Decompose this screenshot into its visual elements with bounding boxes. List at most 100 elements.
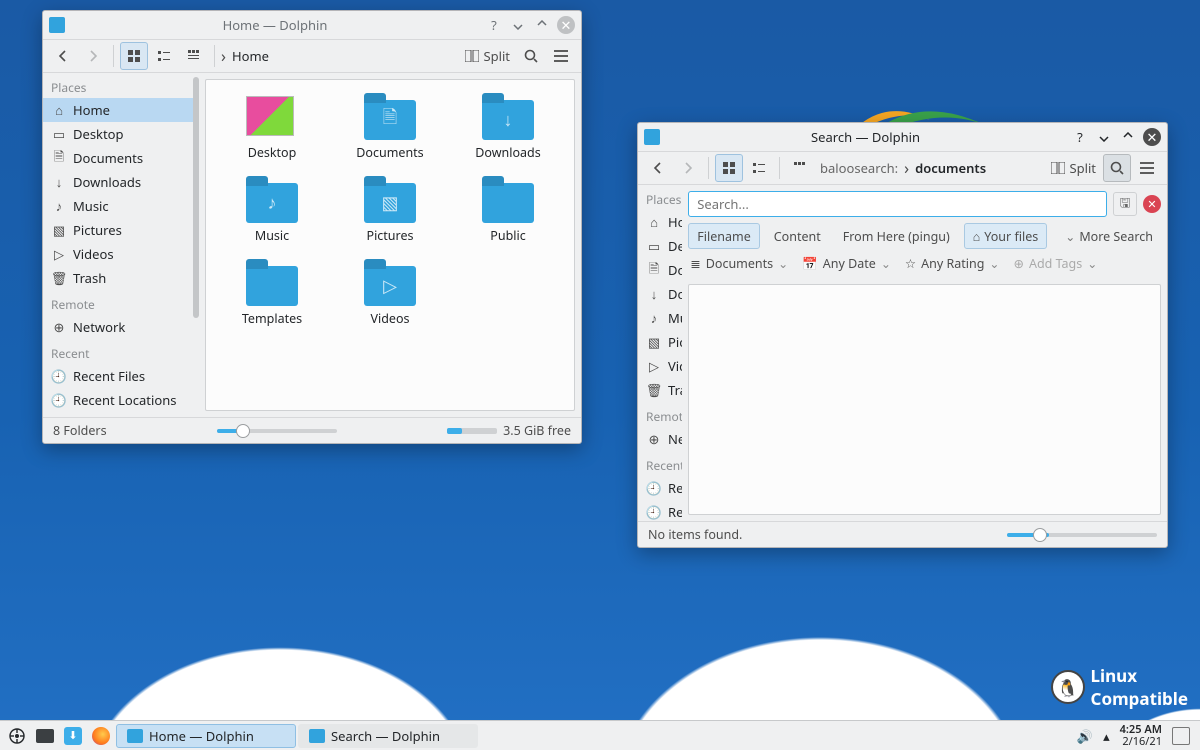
breadcrumb-documents[interactable]: documents — [911, 159, 990, 177]
zoom-slider[interactable] — [1007, 533, 1157, 537]
minimize-button[interactable] — [1095, 128, 1113, 146]
url-nav-button[interactable] — [786, 154, 814, 182]
discover-launcher[interactable]: ⬇ — [60, 723, 86, 749]
sidebar-item-home[interactable]: ⌂Home — [638, 210, 682, 234]
sidebar-item-recent-locations[interactable]: 🕘Recent Locations — [638, 500, 682, 521]
sidebar-item-music[interactable]: ♪Music — [43, 194, 199, 218]
statusbar: No items found. — [638, 521, 1167, 547]
sidebar-item-trash[interactable]: 🗑Trash — [43, 266, 199, 290]
sidebar-item-downloads[interactable]: ↓Downloads — [638, 282, 682, 306]
folder-pictures[interactable]: ▧Pictures — [334, 179, 446, 244]
save-search-button[interactable]: 🖫 — [1113, 192, 1137, 216]
task-home-dolphin[interactable]: Home — Dolphin — [116, 724, 296, 748]
home-icon: ⌂ — [51, 102, 67, 118]
icons-view-button[interactable] — [120, 42, 148, 70]
tag-label: Any Rating — [921, 255, 984, 272]
sidebar-item-recent-locations[interactable]: 🕘Recent Locations — [43, 388, 199, 412]
search-input[interactable] — [688, 191, 1107, 217]
breadcrumb-home[interactable]: Home — [228, 47, 273, 65]
chip-content[interactable]: Content — [766, 223, 829, 249]
hamburger-menu-button[interactable] — [547, 42, 575, 70]
close-button[interactable]: ✕ — [557, 16, 575, 34]
sidebar-item-desktop[interactable]: ▭Desktop — [43, 122, 199, 146]
close-button[interactable]: ✕ — [1143, 128, 1161, 146]
tag-documents[interactable]: ≣Documents⌄ — [690, 255, 788, 272]
search-button[interactable] — [1103, 154, 1131, 182]
chip-more-search[interactable]: More Search — [1053, 223, 1161, 249]
forward-button[interactable] — [674, 154, 702, 182]
breadcrumb-protocol[interactable]: baloosearch: — [816, 159, 902, 177]
tag-rating[interactable]: ☆Any Rating⌄ — [905, 255, 1000, 272]
maximize-button[interactable] — [533, 16, 551, 34]
sidebar-item-pictures[interactable]: ▧Pictures — [43, 218, 199, 242]
window-home-dolphin: Home — Dolphin ? ✕ Home Split Places ⌂Ho… — [42, 10, 582, 444]
downloads-icon: ↓ — [51, 174, 67, 190]
sidebar-item-recent-files[interactable]: 🕘Recent Files — [43, 364, 199, 388]
sidebar-item-documents[interactable]: 🗎Documents — [638, 258, 682, 282]
status-free: 3.5 GiB free — [503, 422, 571, 439]
close-search-button[interactable]: ✕ — [1143, 195, 1161, 213]
help-button[interactable]: ? — [1071, 128, 1089, 146]
tray-expand-icon[interactable]: ▴ — [1103, 727, 1110, 745]
clock-icon: 🕘 — [646, 504, 662, 520]
back-button[interactable] — [49, 42, 77, 70]
titlebar[interactable]: Home — Dolphin ? ✕ — [43, 11, 581, 39]
sidebar-item-desktop[interactable]: ▭Desktop — [638, 234, 682, 258]
task-label: Search — Dolphin — [331, 727, 440, 745]
split-button[interactable]: Split — [1046, 154, 1101, 182]
sidebar-item-home[interactable]: ⌂Home — [43, 98, 199, 122]
icons-view-button[interactable] — [715, 154, 743, 182]
pager-button[interactable] — [32, 723, 58, 749]
maximize-button[interactable] — [1119, 128, 1137, 146]
task-search-dolphin[interactable]: Search — Dolphin — [298, 724, 478, 748]
show-desktop-button[interactable] — [1172, 727, 1190, 745]
volume-icon[interactable]: 🔊 — [1077, 727, 1093, 745]
help-button[interactable]: ? — [485, 16, 503, 34]
sidebar-item-videos[interactable]: ▷Videos — [638, 354, 682, 378]
chip-yourfiles[interactable]: ⌂Your files — [964, 223, 1048, 249]
search-button[interactable] — [517, 42, 545, 70]
zoom-slider[interactable] — [217, 429, 337, 433]
searchfor-header: Search For — [43, 412, 199, 417]
minimize-button[interactable] — [509, 16, 527, 34]
folder-desktop[interactable]: Desktop — [216, 96, 328, 161]
split-button[interactable]: Split — [460, 42, 515, 70]
forward-button[interactable] — [79, 42, 107, 70]
sidebar-item-network[interactable]: ⊕Network — [43, 315, 199, 339]
desktop-icon: ▭ — [646, 238, 662, 254]
folder-videos[interactable]: ▷Videos — [334, 262, 446, 327]
folder-public[interactable]: Public — [452, 179, 564, 244]
compact-view-button[interactable] — [745, 154, 773, 182]
window-search-dolphin: Search — Dolphin ? ✕ baloosearch: docume… — [637, 122, 1168, 548]
sidebar-item-trash[interactable]: 🗑Trash — [638, 378, 682, 402]
titlebar[interactable]: Search — Dolphin ? ✕ — [638, 123, 1167, 151]
back-button[interactable] — [644, 154, 672, 182]
folder-templates[interactable]: Templates — [216, 262, 328, 327]
downloads-icon: ↓ — [646, 286, 662, 302]
sidebar-item-network[interactable]: ⊕Network — [638, 427, 682, 451]
chip-filename[interactable]: Filename — [688, 223, 759, 249]
sidebar-scrollbar[interactable] — [193, 77, 199, 318]
places-panel: Places ⌂Home ▭Desktop 🗎Documents ↓Downlo… — [638, 185, 682, 521]
firefox-launcher[interactable] — [88, 723, 114, 749]
sidebar-item-documents[interactable]: 🗎Documents — [43, 146, 199, 170]
sidebar-item-recent-files[interactable]: 🕘Recent Files — [638, 476, 682, 500]
details-view-button[interactable] — [180, 42, 208, 70]
folder-downloads[interactable]: ↓Downloads — [452, 96, 564, 161]
folder-label: Videos — [370, 310, 409, 327]
sidebar-item-music[interactable]: ♪Music — [638, 306, 682, 330]
folder-documents[interactable]: 🗎Documents — [334, 96, 446, 161]
sidebar-item-videos[interactable]: ▷Videos — [43, 242, 199, 266]
clock[interactable]: 4:25 AM 2/16/21 — [1120, 724, 1162, 747]
chip-fromhere[interactable]: From Here (pingu) — [835, 223, 958, 249]
compact-view-button[interactable] — [150, 42, 178, 70]
sidebar-item-downloads[interactable]: ↓Downloads — [43, 170, 199, 194]
sidebar-item-label: Desktop — [73, 125, 124, 143]
folder-music[interactable]: ♪Music — [216, 179, 328, 244]
hamburger-menu-button[interactable] — [1133, 154, 1161, 182]
home-icon: ⌂ — [646, 214, 662, 230]
start-menu-button[interactable] — [4, 723, 30, 749]
tag-addtags[interactable]: ⊕Add Tags⌄ — [1013, 255, 1097, 272]
tag-date[interactable]: 📅Any Date⌄ — [802, 255, 891, 272]
sidebar-item-pictures[interactable]: ▧Pictures — [638, 330, 682, 354]
